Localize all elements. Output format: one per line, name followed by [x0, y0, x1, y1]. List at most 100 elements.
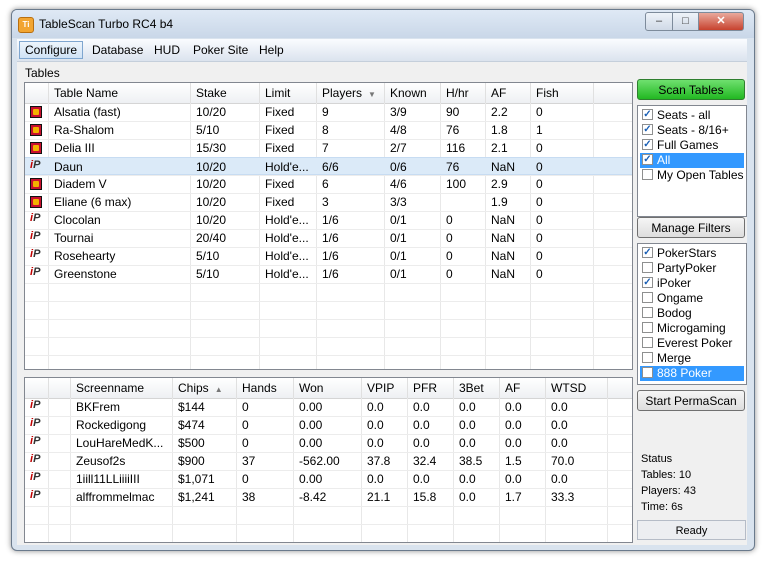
col-site-icon[interactable]	[25, 83, 49, 103]
col-stake[interactable]: Stake	[191, 83, 260, 103]
col-limit[interactable]: Limit	[260, 83, 317, 103]
main-window: Ti TableScan Turbo RC4 b4 – □ ✕ Configur…	[11, 9, 755, 551]
table-row[interactable]: Eliane (6 max) 10/20 Fixed 3 3/3 1.9 0	[25, 193, 632, 211]
filter-item[interactable]: ✓ Seats - 8/16+	[640, 123, 744, 138]
filter-checkbox[interactable]: ✓	[642, 124, 653, 135]
col-fish[interactable]: Fish	[531, 83, 594, 103]
ipoker-icon: iP	[30, 212, 40, 224]
player-row[interactable]: iP Rockedigong $474 0 0.00 0.0 0.0 0.0 0.0 0.0	[25, 416, 632, 434]
table-row[interactable]: Diadem V 10/20 Fixed 6 4/6 100 2.9 0	[25, 175, 632, 193]
row-divider	[25, 283, 632, 284]
table-cell-players: 9	[322, 105, 329, 119]
col-players[interactable]: Players ▼	[317, 83, 385, 103]
site-checkbox[interactable]	[642, 262, 653, 273]
col-vpip[interactable]: VPIP	[362, 378, 408, 398]
filter-checkbox[interactable]	[642, 169, 653, 180]
player-cell-pfr: 32.4	[413, 454, 437, 468]
players-grid-header: Screenname Chips ▲ Hands Won VPIP PFR 3Be…	[25, 378, 632, 399]
col-player-af[interactable]: AF	[500, 378, 546, 398]
col-hands[interactable]: Hands	[237, 378, 294, 398]
col-player-site-icon[interactable]	[25, 378, 49, 398]
filter-checkbox[interactable]: ✓	[642, 154, 653, 165]
player-cell-af: 0.0	[505, 436, 522, 450]
site-item[interactable]: PartyPoker	[640, 261, 744, 276]
filter-item[interactable]: ✓ Seats - all	[640, 108, 744, 123]
player-cell-chips: $1,071	[178, 472, 215, 486]
table-row[interactable]: iP Clocolan 10/20 Hold'e... 1/6 0/1 0 NaN 0	[25, 211, 632, 229]
filter-checkbox[interactable]: ✓	[642, 139, 653, 150]
players-grid[interactable]: Screenname Chips ▲ Hands Won VPIP PFR 3Be…	[24, 377, 633, 543]
site-checkbox[interactable]: ✓	[642, 247, 653, 258]
table-cell-af: NaN	[491, 249, 516, 263]
table-row[interactable]: Delia III 15/30 Fixed 7 2/7 116 2.1 0	[25, 139, 632, 157]
tables-grid[interactable]: Table Name Stake Limit Players ▼ Known H/…	[24, 82, 633, 370]
filter-item[interactable]: My Open Tables	[640, 168, 744, 183]
site-checkbox[interactable]	[642, 352, 653, 363]
table-row[interactable]: iP Rosehearty 5/10 Hold'e... 1/6 0/1 0 NaN 0	[25, 247, 632, 265]
filter-item[interactable]: ✓ Full Games	[640, 138, 744, 153]
menu-database[interactable]: Database	[87, 42, 148, 58]
table-cell-af: 2.1	[491, 141, 508, 155]
col-table-name[interactable]: Table Name	[49, 83, 191, 103]
site-item[interactable]: ✓ PokerStars	[640, 246, 744, 261]
filter-item[interactable]: ✓ All	[640, 153, 744, 168]
col-player-note[interactable]	[49, 378, 71, 398]
table-row[interactable]: iP Greenstone 5/10 Hold'e... 1/6 0/1 0 NaN 0	[25, 265, 632, 283]
col-won[interactable]: Won	[294, 378, 362, 398]
player-row[interactable]: iP Zeusof2s $900 37 -562.00 37.8 32.4 38.5 1.5 70…	[25, 452, 632, 470]
table-cell-limit: Hold'e...	[265, 231, 309, 245]
table-cell-players: 7	[322, 141, 329, 155]
status-tables: Tables: 10	[641, 469, 692, 481]
site-checkbox[interactable]	[642, 322, 653, 333]
site-checkbox[interactable]	[642, 337, 653, 348]
col-wtsd[interactable]: WTSD	[546, 378, 608, 398]
player-row[interactable]: iP 1iill11LLiiiiIII $1,071 0 0.00 0.0 0.0 0.0 0.…	[25, 470, 632, 488]
player-cell-hands: 0	[242, 436, 249, 450]
title-bar[interactable]: Ti TableScan Turbo RC4 b4 – □ ✕	[12, 10, 754, 38]
site-checkbox[interactable]	[642, 367, 653, 378]
site-item[interactable]: Bodog	[640, 306, 744, 321]
player-cell-vpip: 0.0	[367, 436, 384, 450]
table-cell-fish: 0	[536, 213, 543, 227]
menu-poker-site[interactable]: Poker Site	[188, 42, 253, 58]
site-item[interactable]: Merge	[640, 351, 744, 366]
col-3bet[interactable]: 3Bet	[454, 378, 500, 398]
menu-configure[interactable]: Configure	[19, 41, 84, 59]
table-cell-players: 8	[322, 123, 329, 137]
filter-checkbox[interactable]: ✓	[642, 109, 653, 120]
table-row[interactable]: Alsatia (fast) 10/20 Fixed 9 3/9 90 2.2 0	[25, 103, 632, 121]
player-row[interactable]: iP alffrommelmac $1,241 38 -8.42 21.1 15.8 0.0 1…	[25, 488, 632, 506]
table-row[interactable]: iP Daun 10/20 Hold'e... 6/6 0/6 76 NaN 0	[25, 157, 632, 175]
ipoker-icon-p: P	[33, 471, 41, 483]
col-hhr[interactable]: H/hr	[441, 83, 486, 103]
table-row[interactable]: iP Tournai 20/40 Hold'e... 1/6 0/1 0 NaN 0	[25, 229, 632, 247]
col-chips[interactable]: Chips ▲	[173, 378, 237, 398]
site-item[interactable]: Ongame	[640, 291, 744, 306]
menu-hud[interactable]: HUD	[149, 42, 185, 58]
table-cell-af: 2.2	[491, 105, 508, 119]
site-checkbox[interactable]	[642, 292, 653, 303]
col-af[interactable]: AF	[486, 83, 531, 103]
scan-tables-button[interactable]: Scan Tables	[637, 79, 745, 100]
site-item[interactable]: Microgaming	[640, 321, 744, 336]
player-row[interactable]: iP BKFrem $144 0 0.00 0.0 0.0 0.0 0.0 0.0	[25, 398, 632, 416]
col-screenname[interactable]: Screenname	[71, 378, 173, 398]
table-cell-hhr: 76	[446, 123, 460, 137]
manage-filters-button[interactable]: Manage Filters	[637, 217, 745, 238]
maximize-button[interactable]: □	[672, 12, 699, 31]
player-cell-chips: $900	[178, 454, 205, 468]
site-item[interactable]: Everest Poker	[640, 336, 744, 351]
start-permascan-button[interactable]: Start PermaScan	[637, 390, 745, 411]
player-row[interactable]: iP LouHareMedK... $500 0 0.00 0.0 0.0 0.0 0.0 0.0	[25, 434, 632, 452]
site-item[interactable]: ✓ iPoker	[640, 276, 744, 291]
close-button[interactable]: ✕	[698, 12, 744, 31]
minimize-button[interactable]: –	[645, 12, 673, 31]
col-pfr[interactable]: PFR	[408, 378, 454, 398]
site-item[interactable]: 888 Poker	[640, 366, 744, 381]
site-checkbox[interactable]: ✓	[642, 277, 653, 288]
col-known[interactable]: Known	[385, 83, 441, 103]
table-cell-name: Daun	[54, 160, 83, 174]
menu-help[interactable]: Help	[254, 42, 289, 58]
site-checkbox[interactable]	[642, 307, 653, 318]
table-row[interactable]: Ra-Shalom 5/10 Fixed 8 4/8 76 1.8 1	[25, 121, 632, 139]
